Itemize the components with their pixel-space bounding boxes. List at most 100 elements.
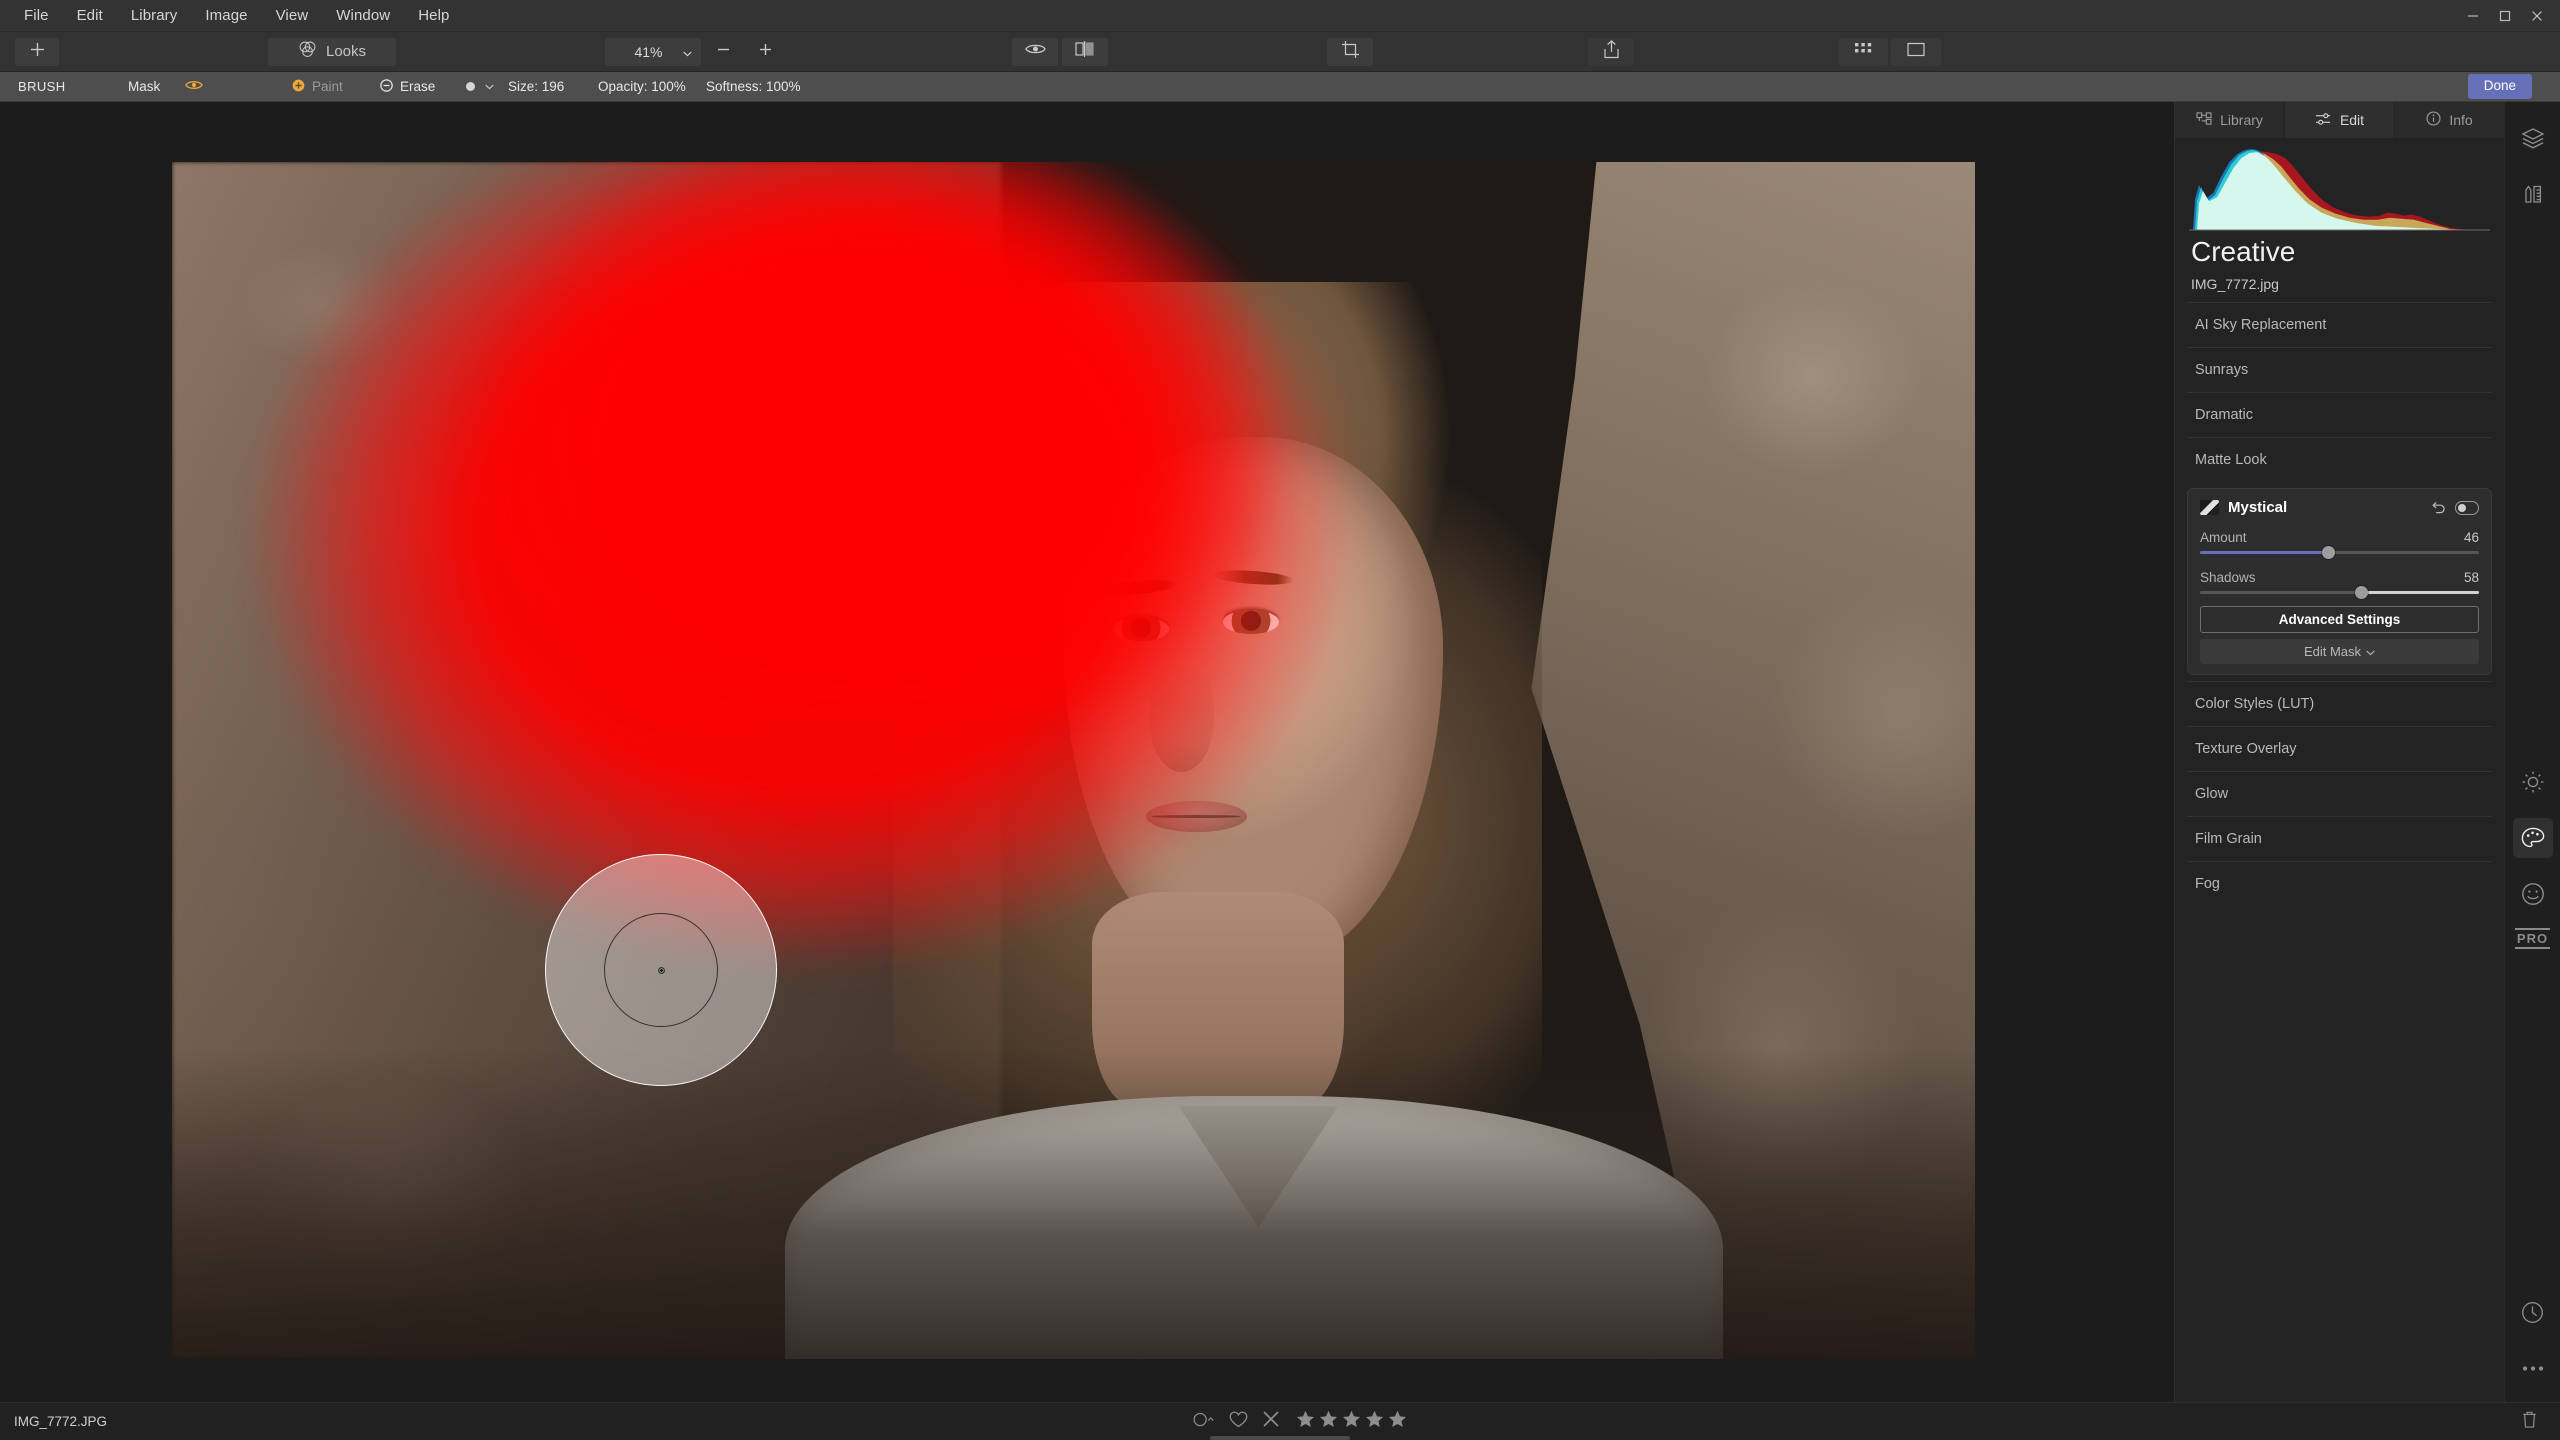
compare-split-button[interactable] [1062,37,1108,66]
brush-tip-select[interactable] [466,81,494,93]
photo-face [1064,437,1444,964]
slider-amount-label: Amount [2200,530,2247,545]
slider-shadows-label: Shadows [2200,570,2256,585]
rail-item-portrait[interactable] [2513,874,2553,914]
menu-item-window[interactable]: Window [322,3,404,28]
right-panel: Library Edit Info Creative IMG_7772.jpg … [2174,102,2504,1402]
slider-amount-track[interactable] [2200,546,2479,559]
minimize-icon[interactable] [2458,4,2488,28]
share-button[interactable] [1588,37,1634,66]
star-icon-1[interactable] [1296,1410,1315,1433]
heart-icon[interactable] [1229,1411,1248,1433]
filter-row-sunrays[interactable]: Sunrays [2187,347,2492,392]
rail-item-layers[interactable] [2513,118,2553,158]
rail-item-more-options[interactable] [2513,1348,2553,1388]
filter-row-texture-overlay[interactable]: Texture Overlay [2187,726,2492,771]
slider-shadows-track[interactable] [2200,586,2479,599]
plus-icon [29,41,46,63]
looks-venn-icon [298,40,317,63]
filmstrip-scrollbar[interactable] [1210,1436,1350,1440]
tool-rail: PRO [2504,102,2560,1402]
paint-mode-button[interactable]: Paint [292,79,343,95]
slider-shadows-knob[interactable] [2355,586,2369,599]
brush-softness-field[interactable]: Softness: 100% [706,79,801,94]
tab-info[interactable]: Info [2395,102,2504,138]
paint-label: Paint [312,79,343,94]
rail-item-creative[interactable] [2512,818,2553,858]
grid-view-button[interactable] [1838,37,1888,66]
photo-canvas[interactable] [172,162,1975,1359]
filter-thumbnail-icon [2200,500,2219,515]
filter-row-ai-sky-replacement[interactable]: AI Sky Replacement [2187,302,2492,347]
preview-controls [1012,37,1108,66]
menu-item-library[interactable]: Library [117,3,192,28]
star-icon-2[interactable] [1319,1410,1338,1433]
filter-enable-toggle[interactable] [2455,500,2479,515]
edit-mask-label: Edit Mask [2303,644,2362,659]
paint-plus-icon [292,79,305,95]
done-button[interactable]: Done [2467,74,2532,99]
photo-eye-right [1223,609,1280,634]
photo-lips [1145,801,1247,833]
zoom-level-select[interactable]: 41% [605,37,701,66]
tab-library-label: Library [2220,112,2263,128]
menu-item-file[interactable]: File [10,3,63,28]
filter-card-header[interactable]: Mystical [2200,499,2479,516]
chevron-down-icon [683,44,692,60]
single-view-button[interactable] [1891,37,1941,66]
trash-icon[interactable] [2521,1410,2538,1434]
filter-row-color-styles-lut[interactable]: Color Styles (LUT) [2187,681,2492,726]
filter-row-fog[interactable]: Fog [2187,861,2492,906]
slider-amount: Amount 46 [2200,526,2479,559]
advanced-settings-button[interactable]: Advanced Settings [2200,606,2479,633]
star-icon-3[interactable] [1342,1410,1361,1433]
preview-toggle-button[interactable] [1012,37,1058,66]
slider-shadows-header: Shadows 58 [2200,566,2479,591]
filter-row-dramatic[interactable]: Dramatic [2187,392,2492,437]
filter-row-matte-look[interactable]: Matte Look [2187,437,2492,482]
star-rating[interactable] [1296,1410,1407,1433]
window-controls [2458,0,2552,32]
add-button[interactable] [15,37,59,66]
looks-button[interactable]: Looks [268,37,396,66]
erase-mode-button[interactable]: Erase [380,78,435,95]
reset-arrow-icon[interactable] [2431,501,2446,515]
slider-shadows: Shadows 58 [2200,566,2479,599]
rail-item-tools[interactable] [2513,174,2553,214]
brush-opacity-field[interactable]: Opacity: 100% [598,79,686,94]
crop-button[interactable] [1327,37,1373,66]
rating-controls [1193,1410,1407,1433]
canvas-area[interactable] [0,102,2174,1402]
menu-item-help[interactable]: Help [404,3,463,28]
menu-item-edit[interactable]: Edit [63,3,117,28]
slider-amount-knob[interactable] [2321,546,2335,559]
eye-icon[interactable] [185,79,204,94]
reject-x-icon[interactable] [1262,1410,1280,1433]
menu-item-image[interactable]: Image [191,3,261,28]
close-icon[interactable] [2522,4,2552,28]
grid-view-icon [1854,42,1872,61]
rail-item-essentials[interactable] [2513,762,2553,802]
tab-library[interactable]: Library [2175,102,2285,138]
maximize-icon[interactable] [2490,4,2520,28]
tab-edit[interactable]: Edit [2285,102,2395,138]
star-icon-4[interactable] [1365,1410,1384,1433]
edit-mask-button[interactable]: Edit Mask [2200,639,2479,664]
slider-amount-header: Amount 46 [2200,526,2479,551]
zoom-out-button[interactable] [703,38,743,66]
filter-row-film-grain[interactable]: Film Grain [2187,816,2492,861]
color-label-icon[interactable] [1193,1412,1215,1432]
menu-item-view[interactable]: View [262,3,323,28]
status-bar: IMG_7772.JPG [0,1402,2560,1440]
zoom-in-button[interactable] [745,38,785,66]
rail-item-history[interactable] [2513,1292,2553,1332]
brush-tip-icon [466,82,475,91]
panel-file-name: IMG_7772.jpg [2191,276,2279,292]
mask-label: Mask [128,79,161,94]
filter-row-glow[interactable]: Glow [2187,771,2492,816]
crop-icon [1341,40,1360,64]
brush-size-field[interactable]: Size: 196 [508,79,564,94]
split-compare-icon [1075,41,1095,62]
chevron-down-icon [2366,644,2375,659]
star-icon-5[interactable] [1388,1410,1407,1433]
